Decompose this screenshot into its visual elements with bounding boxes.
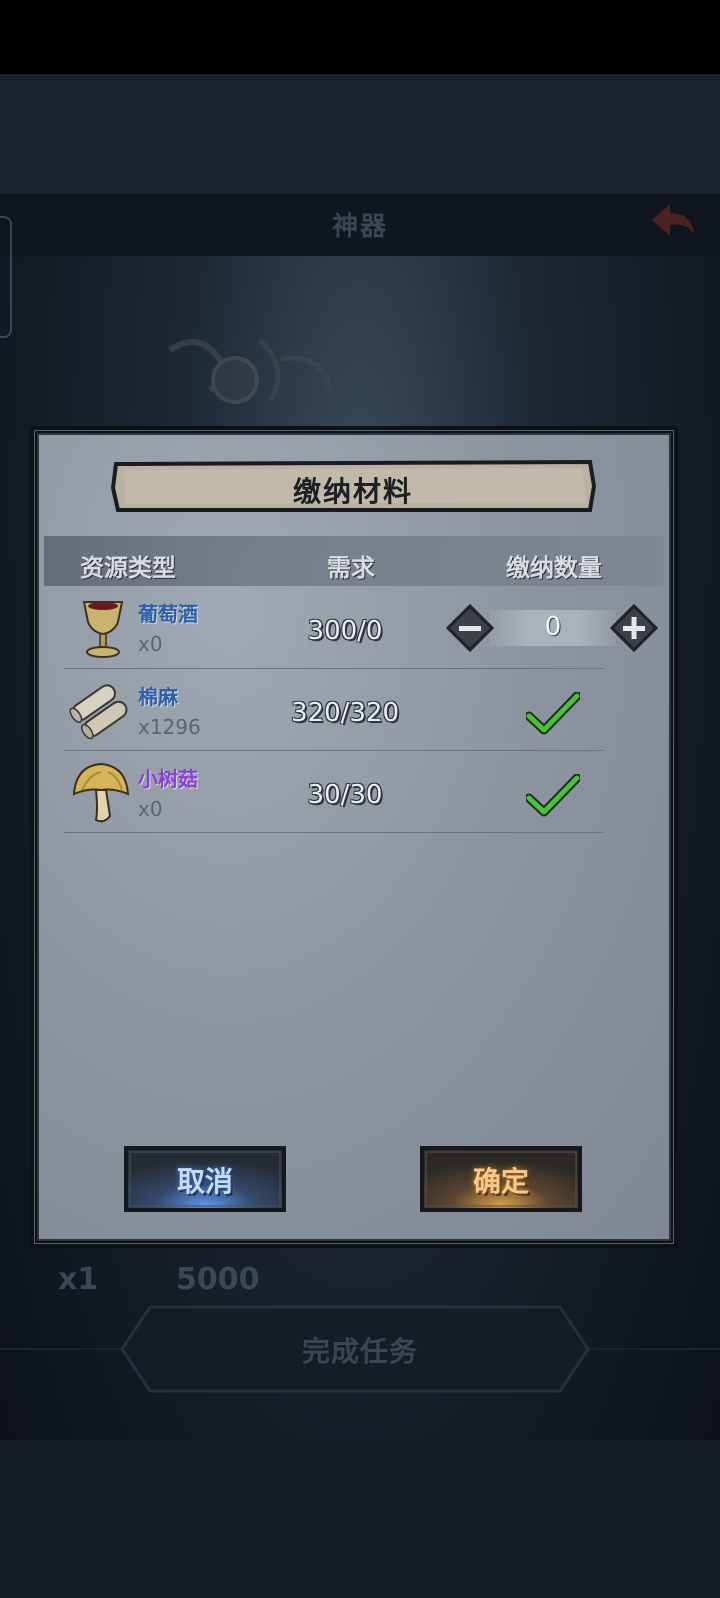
item-required: 30/30 bbox=[307, 780, 383, 810]
item-name: 棉麻 bbox=[138, 685, 178, 709]
item-required: 300/0 bbox=[307, 616, 383, 646]
complete-task-button: 完成任务 bbox=[301, 1335, 418, 1368]
item-owned-count: x1296 bbox=[138, 715, 201, 739]
background-bottom-area bbox=[0, 1440, 720, 1598]
check-icon bbox=[526, 774, 580, 817]
plus-button[interactable] bbox=[610, 604, 658, 652]
column-header-submit-qty: 缴纳数量 bbox=[506, 554, 602, 582]
goblet-icon bbox=[82, 601, 124, 658]
status-bar bbox=[0, 0, 720, 74]
item-owned-count: x0 bbox=[138, 797, 163, 821]
mushroom-icon bbox=[72, 762, 130, 823]
item-required: 320/320 bbox=[290, 698, 399, 728]
dialog-title: 缴纳材料 bbox=[292, 475, 413, 508]
background-stat-left: x1 bbox=[58, 1262, 99, 1297]
item-name: 小树菇 bbox=[138, 767, 198, 791]
item-owned-count: x0 bbox=[138, 632, 163, 656]
column-header-required: 需求 bbox=[327, 554, 375, 582]
row-divider bbox=[64, 832, 604, 833]
item-name: 葡萄酒 bbox=[138, 602, 198, 626]
artifact-ornament-icon bbox=[168, 338, 333, 404]
column-header-resource-type: 资源类型 bbox=[80, 554, 176, 582]
minus-button[interactable] bbox=[446, 604, 494, 652]
row-divider bbox=[64, 750, 604, 751]
quantity-value[interactable]: 0 bbox=[490, 612, 616, 642]
cloth-roll-icon bbox=[69, 684, 128, 740]
cancel-button[interactable]: 取消 bbox=[124, 1160, 286, 1200]
check-icon bbox=[526, 692, 580, 735]
background-stat-right: 5000 bbox=[176, 1262, 260, 1297]
background-top-bar bbox=[0, 74, 720, 194]
background-page-title: 神器 bbox=[331, 212, 388, 242]
row-divider bbox=[64, 668, 604, 669]
back-arrow-icon[interactable] bbox=[648, 200, 698, 240]
background-side-tab bbox=[0, 216, 12, 338]
confirm-button[interactable]: 确定 bbox=[420, 1160, 582, 1200]
